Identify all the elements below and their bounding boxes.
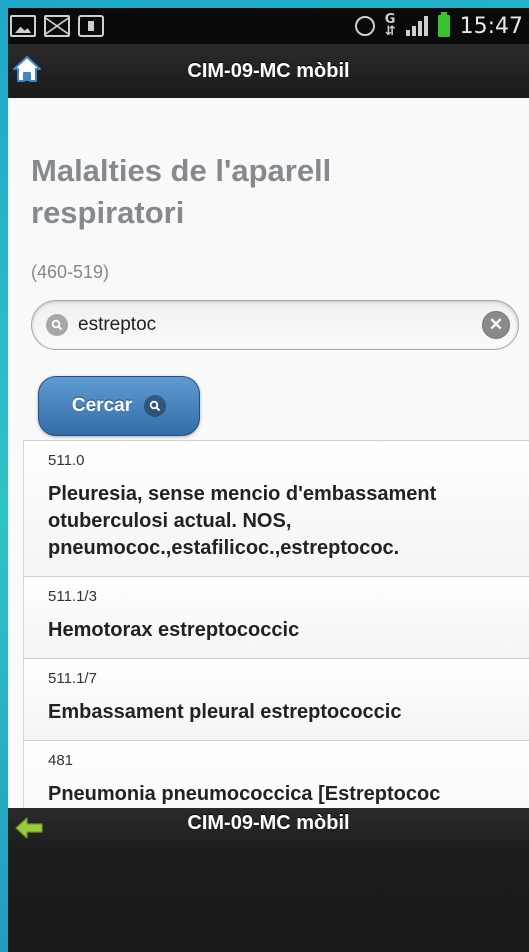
home-icon[interactable] (12, 54, 42, 84)
list-item[interactable]: 511.1/7 Embassament pleural estreptococc… (23, 659, 529, 741)
code-range: (460-519) (31, 262, 110, 282)
header-title: CIM-09-MC mòbil (187, 59, 350, 82)
footer-title: CIM-09-MC mòbil (187, 812, 350, 834)
search-button[interactable]: Cercar (38, 376, 200, 436)
result-text: Hemotorax estreptococcic (48, 619, 300, 641)
list-item[interactable]: 511.0 Pleuresia, sense mencio d'embassam… (23, 441, 529, 577)
clock: 15:47 (459, 13, 523, 39)
list-item[interactable]: 511.1/3 Hemotorax estreptococcic (23, 577, 529, 659)
search-icon (46, 314, 68, 336)
list-item[interactable]: 481 Pneumonia pneumococcica [Estreptococ… (23, 741, 529, 808)
result-code: 511.1/3 (48, 588, 97, 605)
app-header: CIM-09-MC mòbil (8, 44, 529, 99)
search-input[interactable] (78, 314, 458, 336)
app-footer: CIM-09-MC mòbil (8, 808, 529, 952)
clear-icon[interactable]: ✕ (482, 311, 510, 339)
status-right: G ⇵ 15:47 (354, 12, 529, 39)
page-title: Malalties de l'aparell respiratori (31, 153, 332, 230)
search-button-label: Cercar (71, 395, 133, 416)
search-box: ✕ (31, 300, 519, 350)
battery-icon (437, 12, 450, 37)
result-text: Embassament pleural estreptococcic (48, 701, 402, 723)
results-list: 511.0 Pleuresia, sense mencio d'embassam… (23, 440, 529, 808)
status-bar: G ⇵ 15:47 (8, 8, 529, 44)
result-code: 481 (48, 752, 74, 769)
bag-icon (78, 15, 104, 37)
result-text: Pneumonia pneumococcica [Estreptococ pne… (48, 783, 441, 805)
mail-icon (44, 15, 70, 37)
search-icon (144, 395, 167, 417)
main-content: Malalties de l'aparell respiratori (460-… (8, 98, 529, 808)
signal-icon (405, 16, 428, 36)
alarm-icon (354, 16, 375, 36)
result-code: 511.1/7 (48, 670, 97, 687)
network-type: G ⇵ (384, 12, 396, 39)
result-text: Pleuresia, sense mencio d'embassament ot… (48, 483, 437, 559)
picture-icon (10, 15, 36, 37)
result-code: 511.0 (48, 452, 85, 469)
status-left (8, 15, 104, 37)
